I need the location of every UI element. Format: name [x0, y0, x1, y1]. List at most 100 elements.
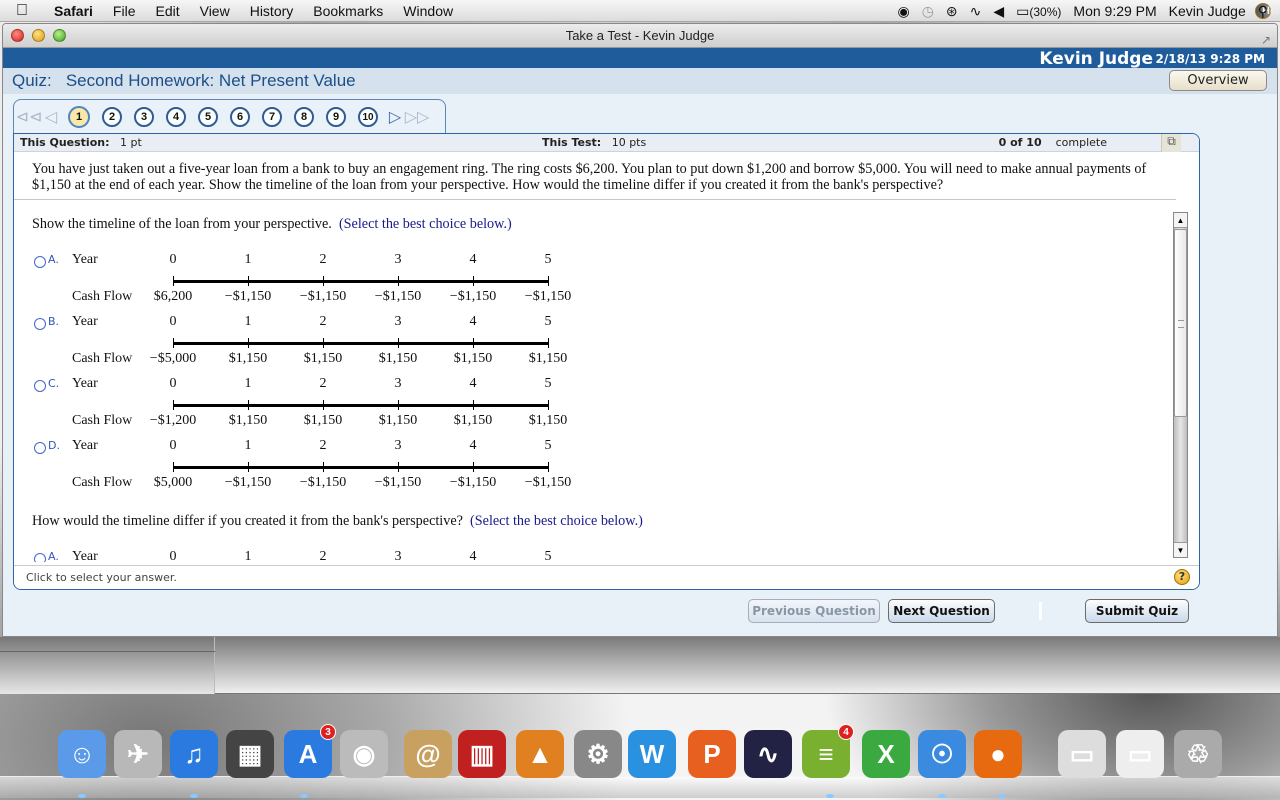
radio-button[interactable] — [34, 318, 46, 330]
question-7-button[interactable]: 7 — [262, 107, 282, 127]
menu-user[interactable]: Kevin Judge — [1169, 3, 1246, 19]
cash-flow-value: −$1,150 — [374, 289, 422, 304]
part1-prompt: Show the timeline of the loan from your … — [32, 216, 512, 233]
submit-quiz-button[interactable]: Submit Quiz — [1085, 599, 1189, 623]
next-question-icon[interactable]: ▷ — [384, 106, 406, 128]
timeline-tick — [248, 462, 249, 472]
question-8-button[interactable]: 8 — [294, 107, 314, 127]
menu-view[interactable]: View — [190, 3, 240, 19]
dock-minimized-firefox-window-icon[interactable]: ▭ — [1058, 730, 1106, 778]
question-10-button[interactable]: 10 — [358, 107, 378, 127]
cashflow-label: Cash Flow — [72, 475, 133, 490]
menu-clock[interactable]: Mon 9:29 PM — [1073, 3, 1156, 19]
dock-safari-icon[interactable]: ☉ — [918, 730, 966, 778]
help-icon[interactable]: ? — [1174, 569, 1190, 585]
radio-button[interactable] — [34, 256, 46, 268]
close-window-button[interactable] — [11, 29, 24, 42]
year-tick-label: 4 — [469, 549, 477, 562]
dock-app-store-icon[interactable]: A3 — [284, 724, 336, 778]
scroll-down-arrow[interactable]: ▼ — [1174, 542, 1187, 557]
bluetooth-icon[interactable]: ⊛ — [946, 3, 958, 20]
dock-photo-booth-icon[interactable]: ▥ — [458, 730, 506, 778]
year-tick-label: 1 — [244, 376, 252, 391]
dock-system-preferences-icon[interactable]: ⚙ — [574, 730, 622, 778]
dock-powerpoint-icon[interactable]: P — [688, 730, 736, 778]
year-label: Year — [72, 376, 98, 391]
menu-file[interactable]: File — [103, 3, 146, 19]
wifi-icon[interactable]: ∿ — [970, 3, 982, 20]
question-5-button[interactable]: 5 — [198, 107, 218, 127]
year-tick-label: 5 — [544, 252, 552, 267]
first-question-icon[interactable]: ⊲⊲ — [16, 106, 43, 128]
question-9-button[interactable]: 9 — [326, 107, 346, 127]
part1-option-a[interactable]: A. Year 0 1 2 3 4 5 Cash Flow $6,200 −$1,150 −$1,15… — [32, 252, 592, 314]
menu-edit[interactable]: Edit — [145, 3, 189, 19]
apple-menu-icon[interactable]:  — [0, 2, 44, 20]
radio-button[interactable] — [34, 380, 46, 392]
dock-activity-monitor-icon[interactable]: ∿ — [744, 730, 792, 778]
this-test-points: 10 pts — [611, 136, 647, 149]
dock-trash-icon[interactable]: ♲ — [1174, 730, 1222, 778]
previous-question-icon[interactable]: ◁ — [40, 106, 62, 128]
dock-launchpad-icon[interactable]: ✈ — [114, 730, 162, 778]
time-machine-icon[interactable]: ◷ — [922, 3, 934, 20]
part2-option-a[interactable]: A. Year 0 1 2 3 4 5 — [32, 549, 592, 562]
cash-flow-value: $1,150 — [303, 413, 343, 428]
part1-hint: (Select the best choice below.) — [338, 216, 512, 232]
question-1-button[interactable]: 1 — [68, 106, 90, 128]
popout-icon[interactable]: ⧉ — [1161, 134, 1181, 152]
menu-window[interactable]: Window — [393, 3, 463, 19]
menu-bookmarks[interactable]: Bookmarks — [303, 3, 393, 19]
progress-count: 0 of 10 — [998, 136, 1042, 149]
background-window-sidebar — [0, 637, 215, 694]
zoom-window-button[interactable] — [53, 29, 66, 42]
question-3-button[interactable]: 3 — [134, 107, 154, 127]
question-2-button[interactable]: 2 — [102, 107, 122, 127]
timeline-tick — [398, 338, 399, 348]
timeline-tick — [548, 338, 549, 348]
menu-history[interactable]: History — [240, 3, 304, 19]
scroll-up-arrow[interactable]: ▲ — [1174, 213, 1187, 228]
last-question-icon[interactable]: ▷▷ — [405, 106, 430, 128]
radio-button[interactable] — [34, 442, 46, 454]
quiz-title: Quiz: Second Homework: Net Present Value — [12, 71, 356, 90]
dock-spotify-icon[interactable]: ≡ 4 — [802, 724, 854, 778]
dock-minimized-word-document-icon[interactable]: ▭ — [1116, 730, 1164, 778]
year-tick-label: 2 — [319, 376, 327, 391]
spotlight-icon[interactable]: ⚲ — [1258, 3, 1268, 20]
next-question-button[interactable]: Next Question — [888, 599, 995, 623]
battery-icon[interactable]: ▭(30%) — [1016, 3, 1061, 20]
volume-icon[interactable]: ◀ — [993, 3, 1004, 20]
cash-flow-value: $1,150 — [453, 351, 493, 366]
timeline-line — [173, 404, 549, 407]
previous-question-button[interactable]: Previous Question — [748, 599, 880, 623]
timeline-tick — [548, 462, 549, 472]
minimize-window-button[interactable] — [32, 29, 45, 42]
part1-option-d[interactable]: D. Year 0 1 2 3 4 5 Cash Flow $5,000 −$1,150 −$1,15… — [32, 438, 592, 500]
dock-iphoto-icon[interactable]: ▲ — [516, 730, 564, 778]
quiz-title-bar: Quiz: Second Homework: Net Present Value… — [3, 68, 1277, 94]
year-tick-label: 0 — [169, 549, 177, 562]
dock-facetime-icon[interactable]: ◉ — [340, 730, 388, 778]
battery-percent: (30%) — [1029, 4, 1062, 19]
part1-option-b[interactable]: B. Year 0 1 2 3 4 5 Cash Flow −$5,000 $1,150 $1,150… — [32, 314, 592, 376]
dock-itunes-icon[interactable]: ♫ — [170, 730, 218, 778]
answer-scrollbar[interactable]: ▲ ▼ — [1173, 212, 1188, 558]
question-6-button[interactable]: 6 — [230, 107, 250, 127]
menu-safari[interactable]: Safari — [44, 3, 103, 19]
sync-icon[interactable]: ◉ — [897, 3, 909, 20]
timeline-tick — [548, 400, 549, 410]
part2-prompt: How would the timeline differ if you cre… — [32, 513, 643, 530]
overview-button[interactable]: Overview — [1169, 70, 1267, 91]
option-letter: C. — [48, 377, 60, 390]
dock-address-book-icon[interactable]: @ — [404, 730, 452, 778]
dock-finder-icon[interactable]: ☺ — [58, 730, 106, 778]
scrollbar-thumb[interactable] — [1174, 229, 1187, 417]
dock-firefox-icon[interactable]: ● — [974, 730, 1022, 778]
dock-dashboard-widgets-icon[interactable]: ▦ — [226, 730, 274, 778]
radio-button[interactable] — [34, 553, 46, 562]
dock-word-icon[interactable]: W — [628, 730, 676, 778]
question-4-button[interactable]: 4 — [166, 107, 186, 127]
dock-excel-icon[interactable]: X — [862, 730, 910, 778]
part1-option-c[interactable]: C. Year 0 1 2 3 4 5 Cash Flow −$1,200 $1,150 $1,150… — [32, 376, 592, 438]
